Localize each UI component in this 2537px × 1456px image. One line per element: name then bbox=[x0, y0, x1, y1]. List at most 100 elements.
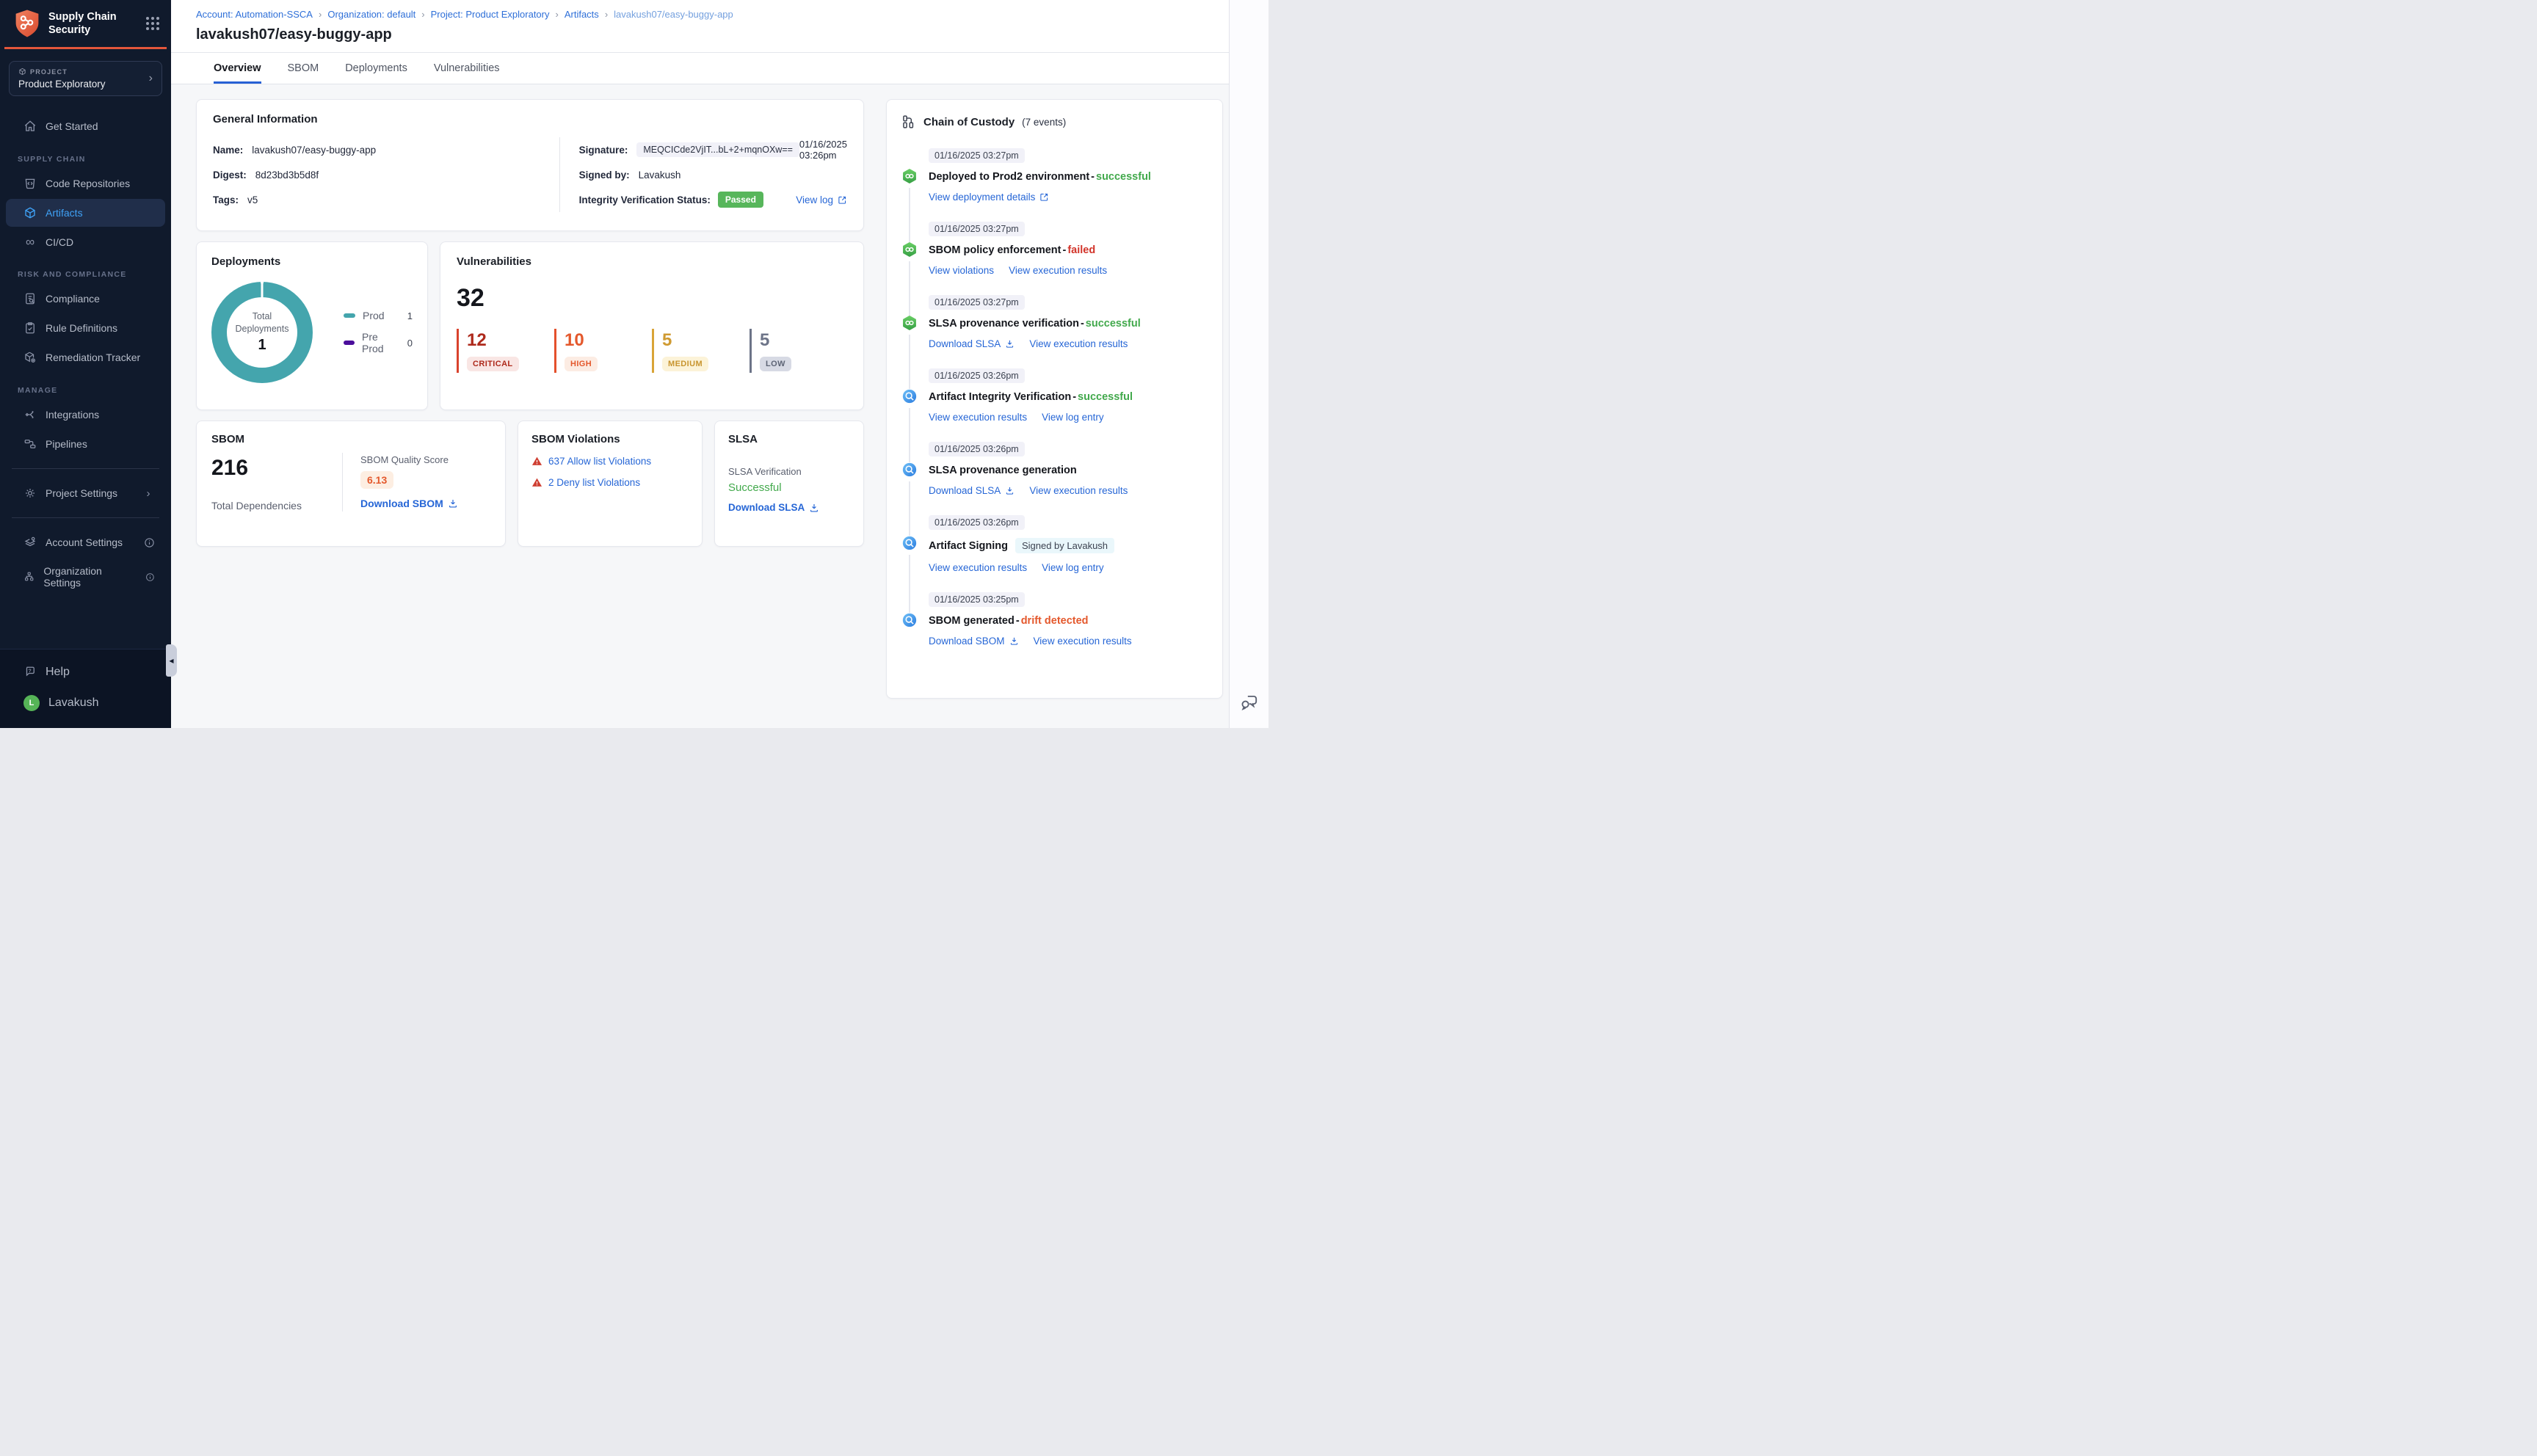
link-label: Download SBOM bbox=[929, 636, 1005, 647]
vulnerabilities-card: Vulnerabilities 32 12 CRITICAL 10 HIGH 5… bbox=[440, 241, 864, 410]
svg-text:?: ? bbox=[29, 669, 32, 674]
chevron-right-icon: › bbox=[146, 487, 150, 500]
view-execution-results-link[interactable]: View execution results bbox=[1034, 636, 1132, 647]
chain-of-custody-panel: Chain of Custody (7 events) 01/16/2025 0… bbox=[886, 99, 1223, 699]
link-label: View execution results bbox=[929, 562, 1028, 573]
deployments-card: Deployments Total Deployments 1 Prod 1 P… bbox=[196, 241, 428, 410]
view-execution-results-link[interactable]: View execution results bbox=[929, 412, 1027, 423]
event-title: Artifact Integrity Verification bbox=[929, 391, 1072, 403]
view-deployment-details-link[interactable]: View deployment details bbox=[929, 192, 1049, 203]
download-slsa-link[interactable]: Download SLSA bbox=[929, 485, 1015, 496]
sidebar-item-remediation-tracker[interactable]: Remediation Tracker bbox=[6, 343, 165, 371]
help-chat-icon: ? bbox=[26, 666, 35, 677]
sidebar-item-integrations[interactable]: Integrations bbox=[6, 401, 165, 429]
sidebar-item-label: Project Settings bbox=[46, 487, 118, 499]
sidebar-item-cicd[interactable]: ∞ CI/CD bbox=[6, 228, 165, 255]
event-title: Artifact Signing bbox=[929, 539, 1008, 552]
link-label: View execution results bbox=[1029, 485, 1128, 496]
download-sbom-link[interactable]: Download SBOM bbox=[929, 636, 1019, 647]
event-separator: - bbox=[1091, 171, 1095, 183]
card-title: SLSA bbox=[728, 433, 758, 445]
view-log-entry-link[interactable]: View log entry bbox=[1042, 562, 1104, 573]
tab-deployments[interactable]: Deployments bbox=[345, 53, 407, 84]
view-execution-results-link[interactable]: View execution results bbox=[1029, 485, 1128, 496]
sidebar-item-compliance[interactable]: Compliance bbox=[6, 285, 165, 313]
event-title: SLSA provenance generation bbox=[929, 465, 1077, 476]
sidebar-item-code-repositories[interactable]: Code Repositories bbox=[6, 170, 165, 197]
sidebar-item-pipelines[interactable]: Pipelines bbox=[6, 430, 165, 458]
allow-list-violations-link[interactable]: 637 Allow list Violations bbox=[548, 456, 651, 467]
tab-overview[interactable]: Overview bbox=[214, 53, 261, 84]
view-execution-results-link[interactable]: View execution results bbox=[929, 562, 1027, 573]
scan-circle-icon bbox=[902, 389, 917, 404]
breadcrumb-account[interactable]: Account: Automation-SSCA bbox=[196, 9, 313, 20]
home-icon bbox=[24, 120, 36, 131]
sidebar-item-account-settings[interactable]: Account Settings bbox=[6, 528, 165, 556]
event-separator: - bbox=[1062, 244, 1067, 256]
events-count: (7 events) bbox=[1022, 116, 1067, 128]
link-label: View log bbox=[796, 194, 833, 205]
slsa-card: SLSA SLSA Verification Successful Downlo… bbox=[714, 421, 864, 547]
content: General Information Name: lavakush07/easy… bbox=[171, 84, 1268, 728]
general-information-card: General Information Name: lavakush07/easy… bbox=[196, 99, 864, 231]
download-icon bbox=[1010, 637, 1017, 645]
avatar: L bbox=[23, 695, 40, 711]
event-status: drift detected bbox=[1020, 615, 1089, 627]
sbom-total: 216 bbox=[211, 456, 249, 480]
legend-item-prod: Prod 1 bbox=[344, 310, 413, 321]
tab-vulnerabilities[interactable]: Vulnerabilities bbox=[434, 53, 500, 84]
tab-sbom[interactable]: SBOM bbox=[288, 53, 319, 84]
event-timestamp: 01/16/2025 03:25pm bbox=[929, 592, 1025, 607]
sidebar-item-project-settings[interactable]: Project Settings › bbox=[6, 479, 165, 507]
download-icon bbox=[810, 503, 819, 512]
chevron-right-icon: › bbox=[148, 72, 153, 84]
info-icon[interactable] bbox=[145, 572, 155, 583]
chain-of-custody-icon bbox=[903, 115, 914, 128]
view-violations-link[interactable]: View violations bbox=[929, 265, 994, 276]
card-title: Deployments bbox=[211, 255, 281, 268]
view-log-entry-link[interactable]: View log entry bbox=[1042, 412, 1104, 423]
download-sbom-link[interactable]: Download SBOM bbox=[360, 498, 458, 509]
deny-list-violations-link[interactable]: 2 Deny list Violations bbox=[548, 477, 640, 488]
download-slsa-link[interactable]: Download SLSA bbox=[929, 338, 1015, 349]
signature-value[interactable]: MEQCICde2VjIT...bL+2+mqnOXw== bbox=[636, 142, 799, 157]
event-slsa-provenance-verification: 01/16/2025 03:27pm SLSA provenance verif… bbox=[901, 295, 1208, 389]
info-icon[interactable] bbox=[144, 537, 155, 548]
event-separator: - bbox=[1015, 615, 1020, 627]
sidebar-item-label: Get Started bbox=[46, 120, 98, 132]
severity-critical: 12 CRITICAL bbox=[457, 329, 531, 373]
sidebar-item-artifacts[interactable]: Artifacts bbox=[6, 199, 165, 227]
link-label: View log entry bbox=[1042, 562, 1104, 573]
project-selector[interactable]: PROJECT Product Exploratory › bbox=[9, 61, 162, 96]
breadcrumb-project[interactable]: Project: Product Exploratory bbox=[431, 9, 550, 20]
module-grid-icon[interactable] bbox=[146, 17, 159, 30]
sidebar-item-organization-settings[interactable]: Organization Settings bbox=[6, 558, 165, 596]
download-slsa-link[interactable]: Download SLSA bbox=[728, 502, 819, 513]
download-icon bbox=[1006, 487, 1014, 495]
sidebar-collapse-handle[interactable]: ◀ bbox=[166, 644, 177, 677]
sidebar-item-label: Pipelines bbox=[46, 438, 87, 450]
integrity-label: Integrity Verification Status: bbox=[578, 194, 711, 205]
artifact-name: lavakush07/easy-buggy-app bbox=[252, 144, 377, 156]
sidebar-item-get-started[interactable]: Get Started bbox=[6, 112, 165, 140]
breadcrumb-organization[interactable]: Organization: default bbox=[327, 9, 415, 20]
sidebar-user[interactable]: L Lavakush bbox=[6, 688, 165, 718]
view-execution-results-link[interactable]: View execution results bbox=[1029, 338, 1128, 349]
sidebar-item-rule-definitions[interactable]: Rule Definitions bbox=[6, 314, 165, 342]
event-title: SLSA provenance verification bbox=[929, 318, 1079, 330]
main-area: Account: Automation-SSCA › Organization:… bbox=[171, 0, 1268, 728]
event-timestamp: 01/16/2025 03:26pm bbox=[929, 442, 1025, 456]
view-log-link[interactable]: View log bbox=[796, 194, 847, 205]
preprod-swatch bbox=[344, 341, 355, 345]
sidebar-item-label: Code Repositories bbox=[46, 178, 131, 189]
breadcrumb-artifacts[interactable]: Artifacts bbox=[565, 9, 599, 20]
event-timestamp: 01/16/2025 03:26pm bbox=[929, 515, 1025, 530]
gear-icon bbox=[26, 489, 35, 498]
severity-count: 5 bbox=[760, 330, 770, 350]
chat-bubbles-icon[interactable] bbox=[1240, 693, 1259, 712]
view-execution-results-link[interactable]: View execution results bbox=[1009, 265, 1107, 276]
link-label: View violations bbox=[929, 265, 995, 276]
deploy-hexagon-icon bbox=[903, 242, 916, 257]
download-icon bbox=[449, 500, 457, 508]
sidebar-item-help[interactable]: ? Help bbox=[6, 658, 165, 686]
